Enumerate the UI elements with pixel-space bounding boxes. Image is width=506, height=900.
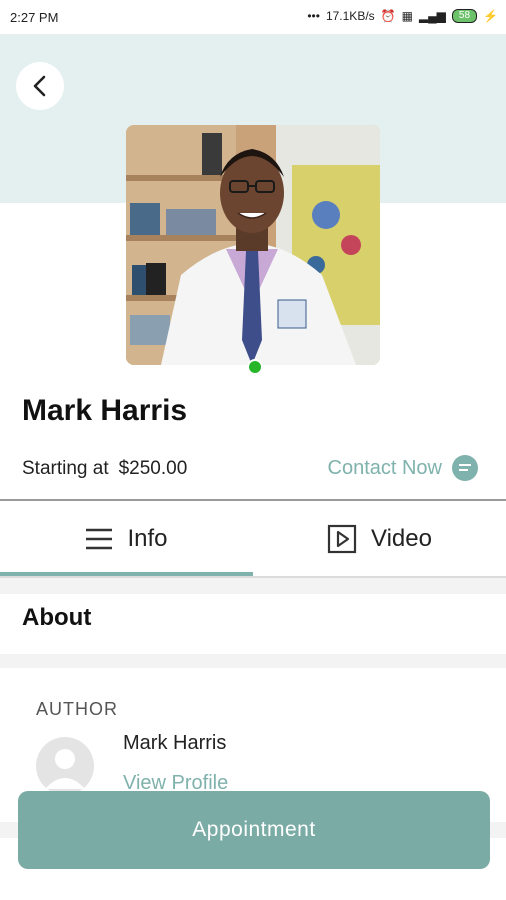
play-icon xyxy=(327,524,357,553)
section-spacer xyxy=(0,654,506,668)
data-icon: ▦ xyxy=(401,9,413,23)
back-button[interactable] xyxy=(16,62,64,110)
status-icons: ••• 17.1KB/s ⏰ ▦ ▂▄▆ 58 ⚡ xyxy=(307,9,498,23)
starting-label: Starting at xyxy=(22,458,109,479)
profile-photo xyxy=(126,125,380,365)
tab-info-label: Info xyxy=(127,524,168,552)
contact-now-button[interactable]: Contact Now xyxy=(327,455,478,481)
author-label: AUTHOR xyxy=(36,699,118,719)
user-icon xyxy=(45,749,85,789)
tab-video[interactable]: Video xyxy=(253,501,506,576)
contact-now-label: Contact Now xyxy=(327,456,443,479)
doctor-name: Mark Harris xyxy=(22,394,188,427)
online-status-dot xyxy=(247,359,263,375)
starting-price: Starting at $250.00 xyxy=(22,458,187,480)
chat-bubble-icon xyxy=(452,455,478,481)
status-bar: 2:27 PM ••• 17.1KB/s ⏰ ▦ ▂▄▆ 58 ⚡ xyxy=(0,0,506,34)
menu-icon xyxy=(86,528,113,549)
alarm-icon: ⏰ xyxy=(380,9,396,23)
status-time: 2:27 PM xyxy=(10,10,59,25)
section-spacer xyxy=(0,578,506,594)
signal-icon: ▂▄▆ xyxy=(418,9,446,23)
network-speed: 17.1KB/s xyxy=(325,9,375,23)
chevron-left-icon xyxy=(33,75,46,97)
charging-icon: ⚡ xyxy=(483,9,498,23)
price-value: $250.00 xyxy=(118,458,188,479)
author-avatar xyxy=(36,737,94,795)
battery-icon: 58 xyxy=(451,9,478,23)
tab-info[interactable]: Info xyxy=(0,501,253,576)
tab-bar: Info Video xyxy=(0,501,506,576)
appointment-button[interactable]: Appointment xyxy=(18,791,490,869)
about-heading: About xyxy=(22,604,92,631)
tab-video-label: Video xyxy=(371,524,432,552)
dots-icon: ••• xyxy=(307,9,320,23)
author-name: Mark Harris xyxy=(123,732,227,754)
